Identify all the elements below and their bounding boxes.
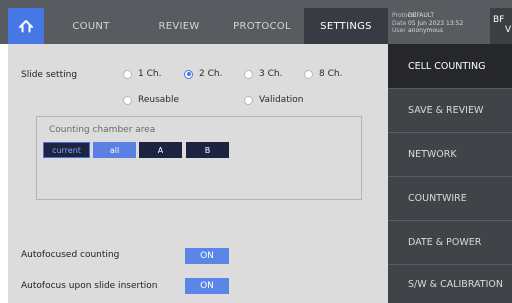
autofocused-counting-toggle[interactable]: ON xyxy=(185,248,229,264)
menu-item-sw-calibration[interactable]: S/W & CALIBRATION xyxy=(388,264,512,303)
mode-badge-line1: BF xyxy=(493,15,505,25)
protocol-value: DEFAULT xyxy=(408,12,434,19)
radio-reusable[interactable]: Reusable xyxy=(123,95,179,105)
tab-review[interactable]: REVIEW xyxy=(138,8,220,44)
tab-protocol[interactable]: PROTOCOL xyxy=(220,8,304,44)
date-value: 05 Jun 2023 13:52 xyxy=(408,19,464,27)
user-key: User xyxy=(392,27,406,34)
counting-chamber-group: Counting chamber area xyxy=(36,116,362,200)
radio-circle xyxy=(123,69,132,79)
autofocused-counting-label: Autofocused counting xyxy=(21,250,120,260)
radio-circle xyxy=(304,69,313,79)
protocol-key: Protocol xyxy=(392,12,417,19)
menu-item-date-power[interactable]: DATE & POWER xyxy=(388,220,512,264)
tab-count[interactable]: COUNT xyxy=(44,8,138,44)
radio-3ch[interactable]: 3 Ch. xyxy=(244,69,282,79)
menu-item-network[interactable]: NETWORK xyxy=(388,132,512,176)
mode-badge[interactable]: BF V xyxy=(490,8,512,44)
radio-circle xyxy=(244,69,253,79)
date-key: Date xyxy=(392,19,407,27)
radio-label: 1 Ch. xyxy=(138,69,162,79)
menu-item-cell-counting[interactable]: CELL COUNTING xyxy=(388,44,512,88)
radio-label: 8 Ch. xyxy=(319,69,343,79)
chamber-all-button[interactable]: all xyxy=(93,142,136,158)
home-button[interactable] xyxy=(8,8,44,44)
radio-label: 3 Ch. xyxy=(259,69,283,79)
radio-circle xyxy=(244,95,253,105)
mode-badge-line2: V xyxy=(505,25,512,35)
counting-chamber-title: Counting chamber area xyxy=(49,125,156,135)
tab-settings[interactable]: SETTINGS xyxy=(304,8,388,44)
chamber-current-button[interactable]: current xyxy=(43,142,90,158)
settings-panel: Slide setting 1 Ch. 2 Ch. 3 Ch. 8 Ch. Re… xyxy=(8,44,388,303)
radio-circle-selected xyxy=(184,69,193,79)
radio-label: 2 Ch. xyxy=(199,69,223,79)
radio-label: Reusable xyxy=(138,95,180,105)
radio-label: Validation xyxy=(259,95,304,105)
settings-menu: CELL COUNTING SAVE & REVIEW NETWORK COUN… xyxy=(388,44,512,303)
radio-8ch[interactable]: 8 Ch. xyxy=(304,69,342,79)
radio-1ch[interactable]: 1 Ch. xyxy=(123,69,161,79)
menu-item-save-review[interactable]: SAVE & REVIEW xyxy=(388,88,512,132)
radio-validation[interactable]: Validation xyxy=(244,95,303,105)
chamber-b-button[interactable]: B xyxy=(186,142,229,158)
home-icon xyxy=(19,20,33,33)
autofocus-insertion-toggle[interactable]: ON xyxy=(185,278,229,294)
chamber-a-button[interactable]: A xyxy=(139,142,182,158)
slide-setting-label: Slide setting xyxy=(21,70,78,80)
autofocus-insertion-label: Autofocus upon slide insertion xyxy=(21,281,158,291)
top-bar: COUNT REVIEW PROTOCOL SETTINGS Protocol D… xyxy=(0,0,512,44)
radio-2ch[interactable]: 2 Ch. xyxy=(184,69,222,79)
user-value: anonymous xyxy=(408,27,443,34)
status-info: Protocol DEFAULT Date 05 Jun 2023 13:52 Us… xyxy=(392,8,490,44)
radio-circle xyxy=(123,95,132,105)
menu-item-countwire[interactable]: COUNTWIRE xyxy=(388,176,512,220)
